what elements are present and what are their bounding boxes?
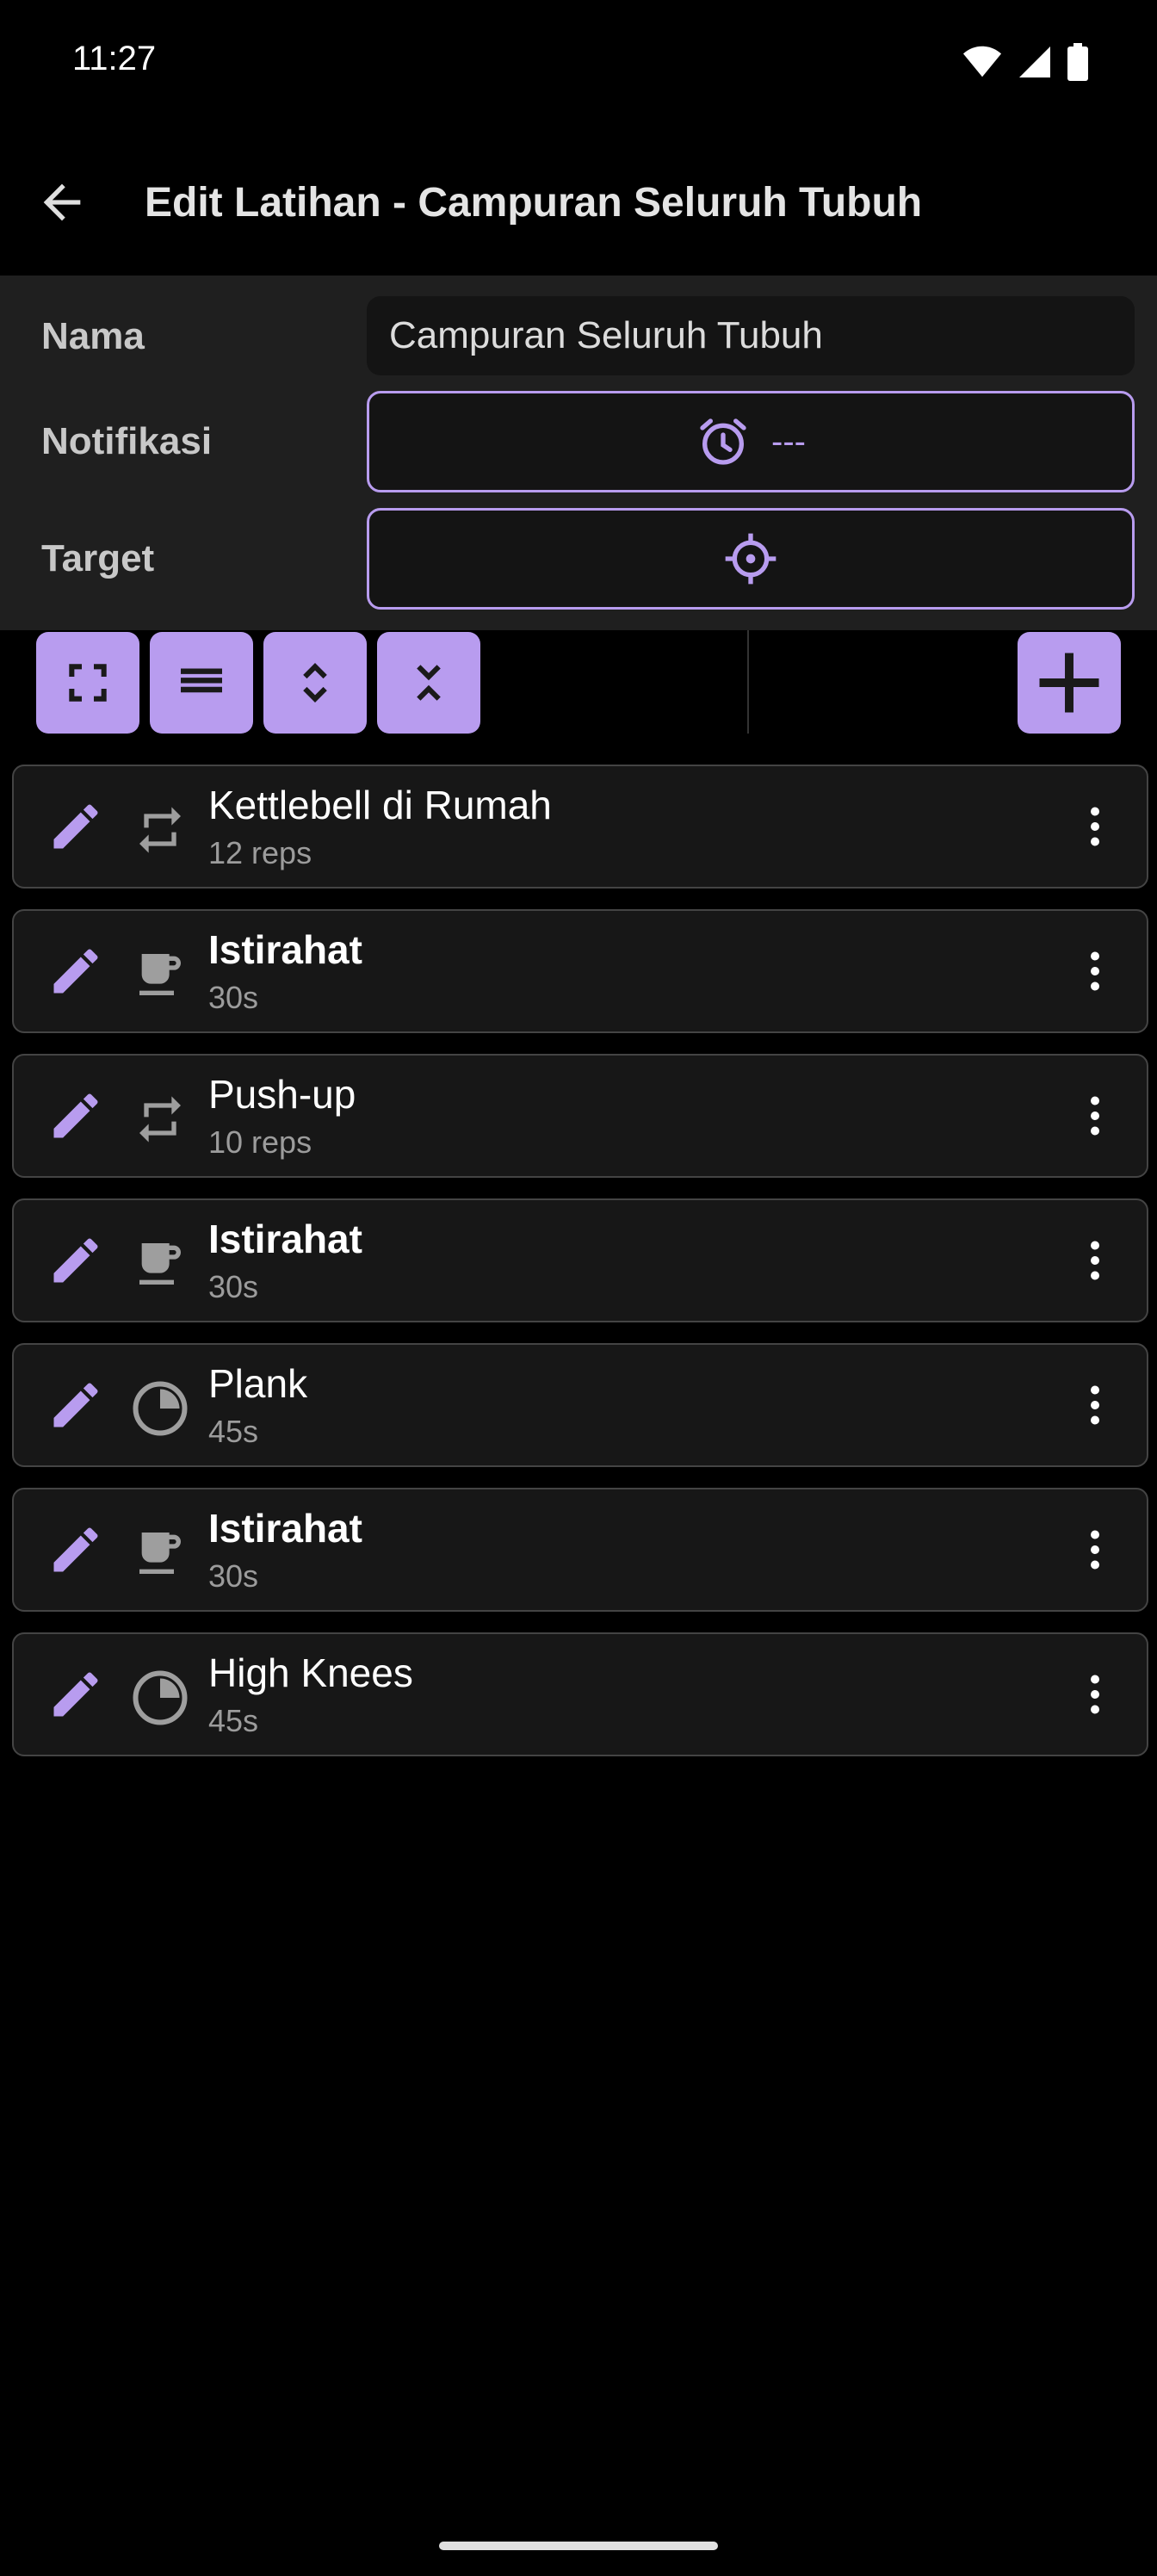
coffee-cup-icon [127,942,193,1007]
list-item[interactable]: High Knees 45s [12,1632,1148,1756]
pencil-icon [46,1665,105,1728]
item-subtitle: 10 reps [208,1124,312,1160]
expand-all-button[interactable] [263,632,367,734]
list-item[interactable]: Istirahat 30s [12,1488,1148,1612]
more-options-button[interactable] [1061,794,1129,863]
item-subtitle: 45s [208,1703,259,1738]
pencil-icon [46,1231,105,1294]
more-options-button[interactable] [1061,1517,1129,1586]
more-options-button[interactable] [1061,938,1129,1007]
list-item[interactable]: Push-up 10 reps [12,1054,1148,1178]
more-vert-icon [1069,1524,1121,1580]
target-label: Target [41,537,155,579]
collapse-all-button[interactable] [377,632,480,734]
plus-icon [1039,653,1099,713]
pencil-icon [46,797,105,860]
status-time: 11:27 [72,40,157,77]
pencil-icon [46,1520,105,1583]
item-subtitle: 30s [208,980,259,1015]
item-subtitle: 12 reps [208,835,312,870]
edit-button[interactable] [40,792,112,864]
coffee-cup-icon [127,1520,193,1586]
list-item[interactable]: Kettlebell di Rumah 12 reps [12,765,1148,889]
more-vert-icon [1069,1379,1121,1435]
arrow-back-icon [43,183,81,221]
more-options-button[interactable] [1061,1083,1129,1152]
item-title: Istirahat [208,1506,362,1551]
name-input[interactable]: Campuran Seluruh Tubuh [367,296,1135,375]
target-button[interactable] [367,508,1135,610]
timer-pie-icon [127,1665,193,1731]
notification-value: --- [771,422,806,461]
name-label: Nama [41,315,145,357]
unfold-more-icon [303,663,327,703]
item-subtitle: 30s [208,1558,259,1594]
notification-label: Notifikasi [41,420,213,462]
more-vert-icon [1069,801,1121,857]
more-vert-icon [1069,1090,1121,1146]
item-subtitle: 45s [208,1414,259,1449]
list-view-button[interactable] [150,632,253,734]
alarm-clock-icon [700,418,746,465]
item-title: Push-up [208,1072,356,1117]
menu-lines-icon [181,668,222,693]
fullscreen-button[interactable] [36,632,139,734]
edit-button[interactable] [40,1660,112,1732]
more-options-button[interactable] [1061,1662,1129,1731]
status-icons [962,43,1088,81]
pencil-icon [46,942,105,1005]
item-title: High Knees [208,1650,413,1695]
more-vert-icon [1069,1669,1121,1725]
more-options-button[interactable] [1061,1372,1129,1441]
pencil-icon [46,1376,105,1439]
edit-button[interactable] [40,1515,112,1588]
edit-button[interactable] [40,1371,112,1443]
item-title: Istirahat [208,1217,362,1261]
item-subtitle: 30s [208,1269,259,1304]
notification-button[interactable]: --- [367,391,1135,492]
wifi-icon [962,46,1002,77]
list-item[interactable]: Plank 45s [12,1343,1148,1467]
list-item[interactable]: Istirahat 30s [12,909,1148,1033]
more-options-button[interactable] [1061,1228,1129,1297]
signal-icon [1019,46,1050,77]
exercise-list: Kettlebell di Rumah 12 reps Istirahat 30s Pu… [12,765,1148,1777]
item-title: Plank [208,1361,308,1406]
workout-form: Nama Campuran Seluruh Tubuh Notifikasi -… [0,276,1157,630]
repeat-icon [127,1087,193,1152]
list-item[interactable]: Istirahat 30s [12,1198,1148,1322]
unfold-less-icon [417,665,441,701]
item-title: Kettlebell di Rumah [208,783,552,827]
crosshair-icon [725,533,776,585]
coffee-cup-icon [127,1231,193,1297]
toolbar-divider [747,630,749,734]
battery-icon [1067,43,1088,81]
item-title: Istirahat [208,927,362,972]
timer-pie-icon [127,1376,193,1441]
fullscreen-icon [69,664,107,702]
pencil-icon [46,1087,105,1149]
status-bar: 11:27 [0,0,1157,129]
edit-button[interactable] [40,937,112,1009]
edit-button[interactable] [40,1226,112,1298]
page-title: Edit Latihan - Campuran Seluruh Tubuh [145,179,923,226]
add-button[interactable] [1018,632,1121,734]
repeat-icon [127,797,193,863]
toolbar [0,630,1157,734]
app-bar: Edit Latihan - Campuran Seluruh Tubuh [0,129,1157,276]
back-button[interactable] [19,159,105,245]
edit-button[interactable] [40,1081,112,1154]
more-vert-icon [1069,945,1121,1001]
gesture-nav-handle[interactable] [439,2542,718,2550]
more-vert-icon [1069,1235,1121,1291]
